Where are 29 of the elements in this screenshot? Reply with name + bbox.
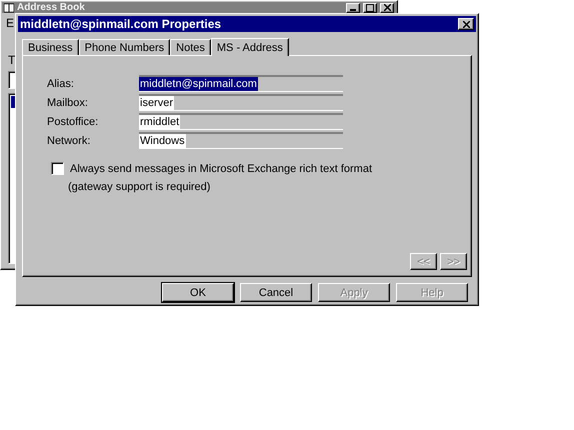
- maximize-button[interactable]: [363, 2, 377, 12]
- dialog-button[interactable]: Cancel: [240, 283, 312, 302]
- close-button[interactable]: [458, 18, 474, 30]
- field-label: Mailbox:: [47, 96, 89, 108]
- text-field[interactable]: iserver: [139, 94, 343, 111]
- field-label: Postoffice:: [47, 116, 100, 128]
- text-field[interactable]: rmiddlet: [139, 113, 343, 130]
- window-title: Address Book: [17, 2, 86, 13]
- close-icon: [462, 20, 470, 28]
- dialog-button[interactable]: OK: [162, 283, 234, 302]
- checkbox-label: Always send messages in Microsoft Exchange rich text format: [70, 162, 372, 174]
- note-text: (gateway support is required): [68, 181, 212, 193]
- minimize-button[interactable]: [346, 2, 360, 12]
- text-field[interactable]: Windows: [139, 132, 343, 149]
- tab[interactable]: MS - Address: [210, 38, 289, 56]
- tab[interactable]: Phone Numbers: [78, 39, 170, 55]
- checkbox[interactable]: [51, 162, 64, 175]
- menu-item[interactable]: E: [6, 16, 14, 30]
- field-label: Network:: [47, 134, 92, 146]
- text-field[interactable]: middletn@spinmail.com: [139, 75, 343, 92]
- field-label: T: [8, 53, 16, 67]
- tab[interactable]: Notes: [170, 39, 211, 55]
- field-label: Alias:: [47, 78, 75, 90]
- dialog-title: middletn@spinmail.com Properties: [20, 17, 222, 31]
- close-icon: [384, 4, 390, 11]
- maximize-icon: [366, 4, 374, 12]
- tab[interactable]: Business: [22, 39, 79, 55]
- close-button[interactable]: [380, 2, 394, 12]
- book-icon: [4, 2, 14, 12]
